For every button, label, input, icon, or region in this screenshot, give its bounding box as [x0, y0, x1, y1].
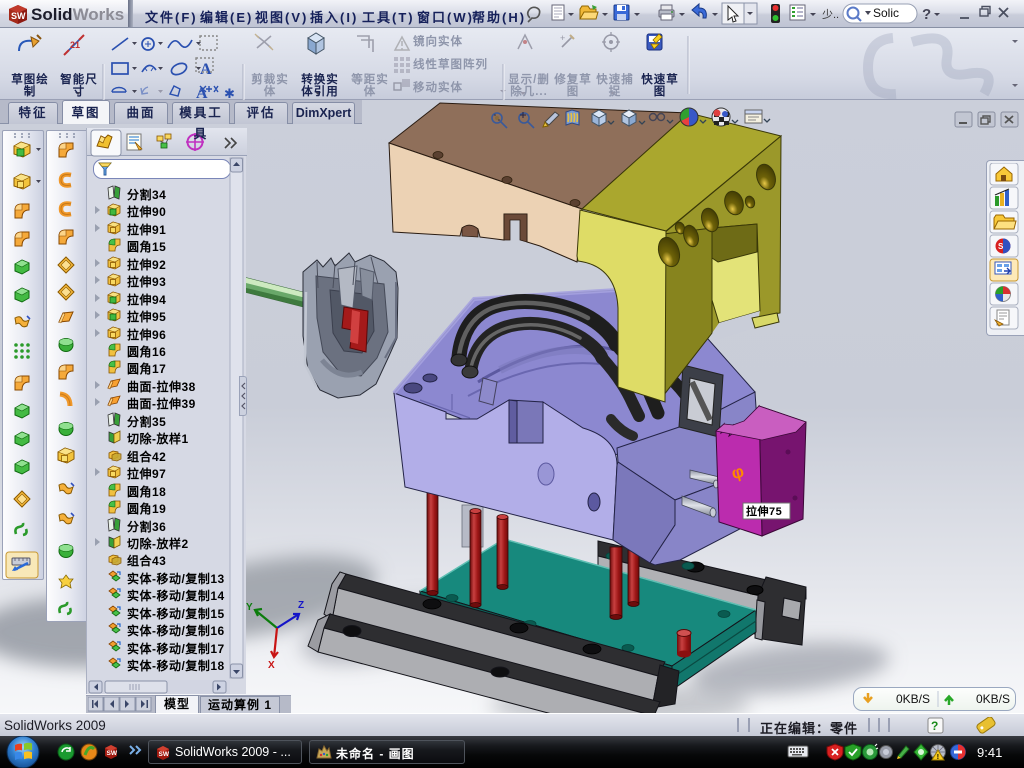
svg-text:?: ?: [931, 719, 938, 733]
svg-text:✱: ✱: [224, 86, 235, 100]
svg-text:A: A: [196, 85, 208, 100]
svg-text:Solic: Solic: [873, 6, 899, 20]
svg-text:少..: 少..: [822, 8, 839, 21]
svg-text:X: X: [268, 660, 275, 671]
svg-text:A: A: [200, 61, 212, 78]
svg-text:Z: Z: [298, 600, 304, 611]
svg-text:SW: SW: [107, 750, 118, 757]
svg-text:S: S: [998, 242, 1004, 251]
svg-text:21: 21: [70, 40, 80, 50]
svg-text:SW: SW: [159, 751, 170, 758]
svg-text:0KB/S: 0KB/S: [896, 692, 930, 706]
svg-text:!: !: [937, 754, 939, 761]
svg-text:0KB/S: 0KB/S: [976, 692, 1010, 706]
svg-text:SW: SW: [11, 11, 26, 21]
svg-text:SolidWorks: SolidWorks: [31, 5, 124, 24]
svg-text:+: +: [560, 33, 565, 43]
svg-text:Y: Y: [246, 602, 253, 613]
svg-text:?: ?: [922, 6, 931, 23]
svg-text:拉伸75: 拉伸75: [746, 504, 782, 518]
